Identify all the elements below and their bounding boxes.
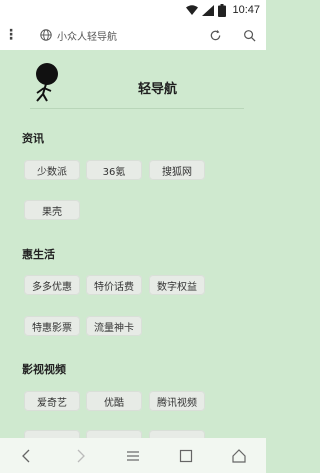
refresh-icon xyxy=(210,29,220,40)
home-button[interactable] xyxy=(224,441,254,471)
globe-icon xyxy=(40,29,52,41)
header-divider xyxy=(30,108,244,109)
section-title-news: 资讯 xyxy=(22,132,44,145)
home-icon xyxy=(232,448,246,463)
search-button[interactable] xyxy=(232,20,266,50)
wifi-icon xyxy=(186,5,199,15)
nav-link-data-card[interactable]: 流量神卡 xyxy=(86,316,142,336)
chip-partial[interactable] xyxy=(24,430,80,438)
back-button[interactable] xyxy=(12,441,42,471)
forward-button[interactable] xyxy=(65,441,95,471)
bottom-toolbar xyxy=(0,438,266,473)
stick-figure-logo-icon xyxy=(36,63,58,102)
reload-button[interactable] xyxy=(198,20,232,50)
site-title: 轻导航 xyxy=(138,82,178,97)
tabs-icon xyxy=(180,449,193,462)
section-title-deals: 惠生活 xyxy=(22,248,55,261)
section-title-video: 影视视频 xyxy=(22,363,66,376)
chip-partial[interactable] xyxy=(86,430,142,438)
status-time: 10:47 xyxy=(232,4,260,16)
page-content: 轻导航 资讯 少数派 36氪 搜狐网 果壳 惠生活 多多优惠 特价话费 数字权益… xyxy=(0,50,266,438)
nav-link-movie-tickets[interactable]: 特惠影票 xyxy=(24,316,80,336)
signal-icon xyxy=(202,4,215,16)
nav-link-sohu[interactable]: 搜狐网 xyxy=(149,160,205,180)
nav-link-guokr[interactable]: 果壳 xyxy=(24,200,80,220)
search-icon xyxy=(243,29,256,42)
tabs-button[interactable] xyxy=(171,441,201,471)
nav-link-cheap-phone-bill[interactable]: 特价话费 xyxy=(86,275,142,295)
nav-link-youku[interactable]: 优酷 xyxy=(86,391,142,411)
nav-link-iqiyi[interactable]: 爱奇艺 xyxy=(24,391,80,411)
more-vert-icon[interactable]: ⋮ xyxy=(0,20,22,50)
nav-link-digital-rights[interactable]: 数字权益 xyxy=(149,275,205,295)
status-bar: 10:47 xyxy=(0,0,266,20)
nav-link-duoduo-deals[interactable]: 多多优惠 xyxy=(24,275,80,295)
address-bar: ⋮ 小众人轻导航 xyxy=(0,20,266,50)
menu-icon xyxy=(126,450,139,461)
chip-partial[interactable] xyxy=(149,430,205,438)
url-field[interactable]: 小众人轻导航 xyxy=(22,23,198,47)
nav-link-tencent-video[interactable]: 腾讯视频 xyxy=(149,391,205,411)
nav-link-36kr[interactable]: 36氪 xyxy=(86,160,142,180)
url-text: 小众人轻导航 xyxy=(57,31,117,43)
forward-icon xyxy=(77,449,85,462)
battery-icon xyxy=(218,3,227,17)
menu-button[interactable] xyxy=(118,441,148,471)
back-icon xyxy=(21,449,30,462)
nav-link-sspai[interactable]: 少数派 xyxy=(24,160,80,180)
site-header: 轻导航 xyxy=(0,50,266,112)
